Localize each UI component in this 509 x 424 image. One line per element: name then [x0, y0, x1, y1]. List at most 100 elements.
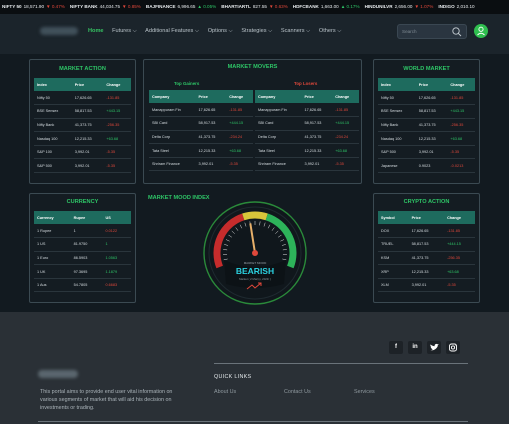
ticker-item[interactable]: NIFTY 50 18,571.90 ▼ 0.47% [2, 0, 65, 14]
footer-bottom-line [38, 421, 468, 422]
ticker-item[interactable]: HDFCBANK 1,663.00 ▲ 0.17% [293, 0, 360, 14]
footer-logo[interactable] [38, 370, 78, 378]
top-losers-label: Top Losers [294, 81, 318, 86]
ticker-item[interactable]: NIFTY BANK 44,034.75 ▼ 0.85% [70, 0, 141, 14]
nav-scanners[interactable]: Scanners ⌵ [281, 28, 310, 34]
table-row[interactable]: Nifty 50 17,626.65 -131.85 [378, 91, 475, 106]
table-row[interactable]: Shriram Finance 3,992.01 -5.35 [149, 157, 253, 172]
table-cell: 1 [70, 224, 103, 239]
link-contact-us[interactable]: Contact Us [284, 389, 311, 395]
user-avatar[interactable] [474, 24, 488, 38]
ticker-item[interactable]: BAJFINANCE 6,996.65 ▲ 0.05% [146, 0, 216, 14]
market-action-title: MARKET ACTION [59, 66, 106, 72]
table-cell: -131.85 [332, 103, 359, 118]
table-cell: Nasdaq 100 [34, 131, 72, 146]
table-cell: SBI Card [255, 116, 302, 131]
table-cell: 58,817.53 [415, 104, 448, 119]
table-cell: 1 Rupee [34, 224, 71, 239]
table-row[interactable]: Nasdaq 100 12,215.33 +63.68 [378, 131, 475, 146]
table-row[interactable]: Delta Corp 41,373.75 -234.24 [255, 130, 359, 145]
table-cell: Delta Corp [149, 130, 196, 145]
table-cell: -5.35 [226, 157, 253, 172]
table-row[interactable]: 1 US 81.9750 1 [34, 237, 131, 252]
table-cell: Tata Steel [149, 143, 196, 158]
link-about-us[interactable]: About Us [214, 389, 236, 395]
nav-home[interactable]: Home [88, 28, 104, 34]
linkedin-icon[interactable]: in [408, 341, 422, 354]
ticker-item[interactable]: INDIGO 2,010.10 [438, 0, 476, 14]
table-cell: +63.68 [332, 143, 359, 158]
ticker-symbol: BAJFINANCE [145, 4, 176, 9]
table-cell: Japanese [378, 158, 416, 174]
nav-futures[interactable]: Futures ⌵ [112, 28, 137, 34]
table-row[interactable]: 1 UK 97.3695 1.1879 [34, 264, 131, 279]
table-row[interactable]: Nasdaq 100 12,215.33 +63.68 [34, 131, 131, 146]
col-change: Change [103, 78, 131, 91]
table-cell: -131.85 [447, 91, 475, 106]
table-row[interactable]: Delta Corp 41,373.75 -234.24 [149, 130, 253, 145]
table-cell: 58,917.53 [301, 116, 333, 131]
table-row[interactable]: XLM 3,992.01 -5.35 [378, 278, 475, 293]
ticker-change: ▲ 0.05% [197, 4, 217, 9]
ticker-change: ▼ 1.07% [414, 4, 434, 9]
table-cell: 12,215.33 [301, 143, 333, 158]
table-row[interactable]: Tata Steel 12,215.33 +63.68 [149, 143, 253, 158]
table-cell: +444.15 [332, 116, 359, 131]
table-cell: BSE Sensex [378, 104, 416, 119]
nav-strategies[interactable]: Strategies ⌵ [241, 28, 272, 34]
table-row[interactable]: BSE Sensex 58,817.53 +443.15 [34, 104, 131, 119]
table-cell: SBI Card [149, 116, 196, 131]
table-row[interactable]: XRP 12,215.33 +63.68 [378, 264, 475, 279]
col-rupee: Rupee [70, 211, 103, 224]
table-row[interactable]: SBI Card 58,917.53 +444.15 [255, 116, 359, 131]
table-row[interactable]: Shriram Finance 3,992.01 -5.35 [255, 157, 359, 172]
table-row[interactable]: Nifty 50 17,626.65 -131.85 [34, 91, 131, 106]
table-row[interactable]: 1 Aus 54.7805 0.6683 [34, 278, 131, 293]
table-row[interactable]: KSM 41,373.75 -256.35 [378, 251, 475, 266]
table-row[interactable]: S&P 500 3,992.01 -5.35 [34, 158, 131, 174]
table-row[interactable]: Manappuram Fin 17,626.65 -131.85 [255, 103, 359, 118]
nav-options[interactable]: Options ⌵ [208, 28, 233, 34]
table-row[interactable]: TRUEL 58,817.53 +444.15 [378, 237, 475, 252]
col-us: US [102, 211, 131, 224]
table-row[interactable]: 1 Euro 86.5903 1.0563 [34, 251, 131, 266]
table-cell: -131.85 [103, 91, 131, 106]
table-row[interactable]: S&P 500 3,992.01 -5.35 [378, 145, 475, 160]
table-row[interactable]: Japanese 0.9023 -0.0213 [378, 158, 475, 174]
table-row[interactable]: Nifty Bank 41,373.75 -256.35 [34, 118, 131, 133]
instagram-icon[interactable] [446, 341, 460, 354]
world-market-panel: WORLD MARKET Index Price Change Nifty 50… [373, 59, 480, 184]
table-cell: 1 UK [34, 264, 71, 279]
table-cell: -0.0213 [447, 158, 475, 174]
ticker-symbol: BHARTIARTL [221, 4, 251, 9]
link-services[interactable]: Services [354, 389, 375, 395]
table-cell: XRP [378, 264, 409, 279]
ticker-item[interactable]: HINDUNILVR 2,656.00 ▼ 1.07% [365, 0, 434, 14]
search-input[interactable]: Search [397, 24, 467, 39]
table-cell: 41,373.75 [71, 118, 104, 133]
gauge-arc-neutral [242, 211, 268, 221]
search-icon[interactable] [451, 26, 463, 38]
table-cell: -5.35 [447, 145, 475, 160]
gauge-needle-hub [252, 250, 258, 256]
ticker-symbol: INDIGO [438, 4, 455, 9]
ticker-item[interactable]: BHARTIARTL 827.55 ▼ 0.63% [221, 0, 288, 14]
table-cell: 1 US [34, 237, 71, 252]
table-row[interactable]: Tata Steel 12,215.33 +63.68 [255, 143, 359, 158]
table-row[interactable]: SBI Card 58,917.53 +444.15 [149, 116, 253, 131]
table-row[interactable]: Nifty Bank 41,373.75 -256.35 [378, 118, 475, 133]
twitter-icon[interactable] [427, 341, 441, 354]
site-logo[interactable] [40, 27, 78, 35]
table-row[interactable]: S&P 100 3,992.01 -5.35 [34, 145, 131, 160]
table-cell: +63.68 [444, 264, 475, 279]
nav-additional-features[interactable]: Additional Features ⌵ [145, 28, 199, 34]
table-row[interactable]: DOX 17,626.65 -131.85 [378, 224, 475, 239]
facebook-icon[interactable]: f [389, 341, 403, 354]
table-cell: 17,626.65 [408, 224, 445, 239]
table-row[interactable]: 1 Rupee 1 0.0122 [34, 224, 131, 239]
table-row[interactable]: BSE Sensex 58,817.53 +443.15 [378, 104, 475, 119]
market-mood-gauge: MARKET MOOD BEARISH Market ( 2 Mar(s), 2… [203, 201, 307, 305]
table-row[interactable]: Manappuram Fin 17,626.65 -131.85 [149, 103, 253, 118]
ticker-symbol: HDFCBANK [292, 4, 319, 9]
nav-others[interactable]: Others ⌵ [319, 28, 342, 34]
